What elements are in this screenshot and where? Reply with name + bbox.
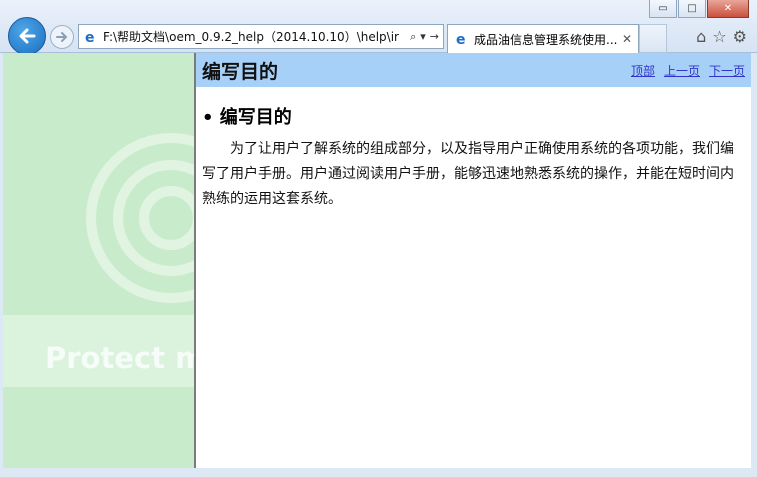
- ie-page-icon: e: [85, 30, 95, 45]
- favorites-icon[interactable]: ☆: [712, 27, 726, 46]
- browser-chrome: ▭ □ ✕ e F:\帮助文档\oem_0.9.2_help（2014.10.1…: [0, 0, 757, 55]
- sidebar-frame: Protect m: [3, 53, 196, 468]
- minimize-button[interactable]: ▭: [649, 0, 677, 18]
- tab-title: 成品油信息管理系统使用...: [474, 32, 618, 47]
- toolbar-icons: ⌂ ☆ ⚙: [696, 27, 747, 46]
- nav-next-link[interactable]: 下一页: [709, 62, 745, 79]
- home-icon[interactable]: ⌂: [696, 27, 706, 46]
- new-tab-button[interactable]: [639, 24, 667, 53]
- window-bottom-border: [0, 468, 757, 477]
- close-button[interactable]: ✕: [707, 0, 749, 18]
- content-frame: 编写目的 顶部 上一页 下一页 • 编写目的 为了让用户了解系统的组成部分，以及…: [196, 53, 751, 468]
- ie-tab-icon: e: [456, 32, 466, 47]
- page-header: 编写目的 顶部 上一页 下一页: [196, 53, 751, 87]
- maximize-button[interactable]: □: [678, 0, 706, 18]
- section-heading: • 编写目的: [202, 107, 292, 128]
- svg-text:e: e: [456, 32, 466, 47]
- go-icon[interactable]: →: [430, 30, 439, 43]
- window-controls: ▭ □ ✕: [649, 0, 749, 18]
- nav-prev-link[interactable]: 上一页: [664, 62, 700, 79]
- forward-button[interactable]: [50, 25, 74, 49]
- svg-text:e: e: [85, 30, 95, 45]
- forward-arrow-icon: [56, 32, 68, 42]
- tab-active[interactable]: e 成品油信息管理系统使用... ✕: [447, 24, 639, 53]
- watermark-text: Protect m: [45, 341, 196, 375]
- address-text[interactable]: F:\帮助文档\oem_0.9.2_help（2014.10.10）\help\…: [103, 28, 406, 45]
- page-nav: 顶部 上一页 下一页: [631, 62, 751, 79]
- back-arrow-icon: [19, 28, 36, 44]
- dropdown-icon[interactable]: ▾: [420, 30, 426, 43]
- page-title: 编写目的: [202, 60, 279, 83]
- tab-close-icon[interactable]: ✕: [620, 32, 634, 46]
- back-button[interactable]: [8, 17, 46, 55]
- section-paragraph: 为了让用户了解系统的组成部分，以及指导用户正确使用系统的各项功能，我们编写了用户…: [202, 141, 734, 207]
- search-icon[interactable]: ⌕: [410, 30, 416, 44]
- nav-top-link[interactable]: 顶部: [631, 62, 655, 79]
- address-bar[interactable]: e F:\帮助文档\oem_0.9.2_help（2014.10.10）\hel…: [78, 24, 444, 49]
- watermark-ring: [139, 186, 194, 250]
- settings-icon[interactable]: ⚙: [733, 27, 747, 46]
